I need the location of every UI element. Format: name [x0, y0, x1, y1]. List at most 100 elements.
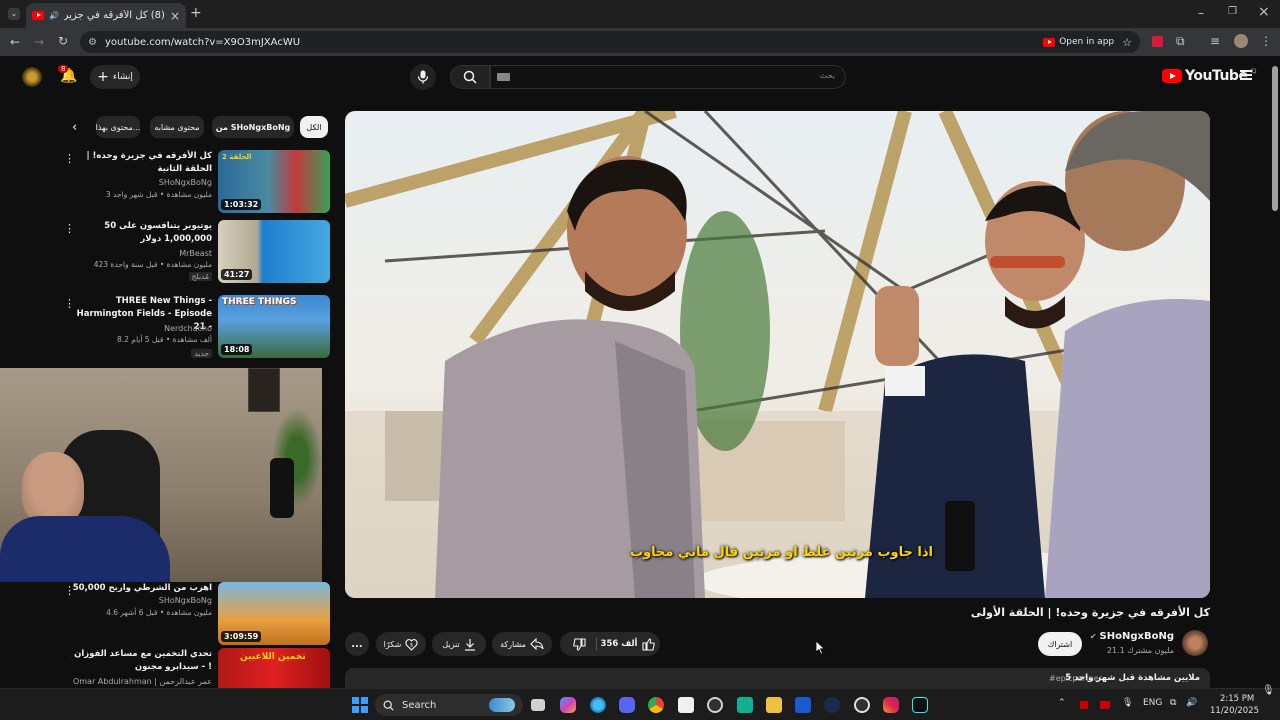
file-explorer-icon[interactable] — [766, 697, 782, 713]
capcut-icon[interactable] — [795, 697, 811, 713]
scrollbar-thumb[interactable] — [1272, 66, 1278, 211]
like-dislike-group: 356 ألف — [560, 632, 660, 656]
channel-avatar-icon[interactable] — [22, 67, 42, 87]
tab-search-icon[interactable]: ⌄ — [8, 8, 20, 20]
volume-icon[interactable]: 🔊 — [1186, 698, 1197, 708]
more-actions-icon[interactable]: ⋮ — [70, 650, 75, 663]
sidebar-video-4[interactable]: 3:09:59 اهرب من الشرطي واربح 50,000 SHoN… — [64, 582, 330, 646]
dubbed-badge: مُدبلج — [188, 272, 212, 281]
sidebar-video-3[interactable]: THREE THINGS 18:08 THREE New Things - Ha… — [64, 295, 330, 359]
subscribe-button[interactable]: اشتراك — [1038, 632, 1082, 656]
share-button[interactable]: مشاركة — [492, 632, 552, 656]
tray-mic-icon[interactable]: 🎙 — [1122, 698, 1133, 708]
tiktok-icon[interactable] — [912, 697, 928, 713]
video-thumbnail[interactable]: 3:09:59 — [218, 582, 330, 645]
download-button[interactable]: تنزيل — [432, 632, 486, 656]
thanks-button[interactable]: شكرًا $ — [376, 632, 426, 656]
open-in-app-button[interactable]: Open in app — [1043, 37, 1114, 47]
search-input[interactable]: بحث — [490, 65, 846, 89]
reload-icon[interactable]: ↻ — [58, 35, 68, 47]
youtube-play-icon — [1162, 69, 1182, 83]
extensions-puzzle-icon[interactable]: ⧉ — [1176, 35, 1185, 47]
url-bar[interactable]: ⚙ youtube.com/watch?v=X9O3mJXAcWU Open i… — [80, 31, 1140, 53]
download-label: تنزيل — [442, 639, 460, 649]
search-button[interactable] — [450, 65, 490, 89]
dislike-button[interactable] — [564, 632, 594, 656]
create-button[interactable]: + إنشاء — [90, 65, 140, 89]
video-thumbnail[interactable]: THREE THINGS 18:08 — [218, 295, 330, 358]
taskbar-search[interactable]: Search — [375, 694, 523, 716]
chrome-icon[interactable] — [648, 697, 664, 713]
tray-red-icon-2[interactable] — [1100, 701, 1110, 709]
profile-avatar[interactable] — [1234, 34, 1248, 48]
edge-icon[interactable] — [590, 697, 606, 713]
chip-all[interactable]: الكل — [300, 116, 328, 138]
minimize-button[interactable]: – — [1198, 7, 1204, 19]
keyboard-icon[interactable] — [497, 73, 510, 81]
close-window-button[interactable]: × — [1258, 5, 1270, 19]
extension-red-icon[interactable] — [1152, 36, 1163, 47]
back-arrow-icon[interactable]: ← — [10, 36, 20, 48]
tab-youtube-video[interactable]: 🔊 (8) كل الأفرقه في جزيرة وحد... × — [26, 3, 186, 28]
chip-similar[interactable]: محتوى مشابه — [150, 116, 204, 138]
channel-name[interactable]: SHoNgxBoNg — [159, 178, 212, 187]
discord-icon[interactable] — [619, 697, 635, 713]
tray-red-icon-1[interactable] — [1080, 701, 1088, 709]
notification-center-icon[interactable]: 🎙 — [1262, 685, 1275, 696]
channel-avatar[interactable] — [1182, 630, 1208, 656]
duration-badge: 3:09:59 — [221, 631, 262, 642]
copilot-icon[interactable] — [560, 697, 576, 713]
chips-back-arrow[interactable]: ‹ — [72, 120, 77, 135]
obs-icon[interactable] — [707, 697, 723, 713]
channel-name[interactable]: MrBeast — [179, 249, 212, 258]
video-thumbnail[interactable]: الحلقة 2 1:03:32 — [218, 150, 330, 213]
video-title-main: كل الأفرقه في جزيرة وحده! | الحلقة الأول… — [970, 606, 1210, 619]
tab-close-icon[interactable]: × — [170, 9, 180, 23]
language-indicator[interactable]: ENG — [1143, 698, 1162, 708]
channel-name-main[interactable]: ✔ SHoNgxBoNg — [1090, 631, 1174, 642]
network-icon[interactable]: ⧉ — [1170, 698, 1176, 708]
chip-more-related[interactable]: محتوى بهذا... — [96, 116, 140, 138]
settings-gear-icon[interactable] — [854, 697, 870, 713]
steam-icon[interactable] — [824, 697, 840, 713]
guide-menu-icon[interactable] — [1240, 70, 1252, 80]
sidebar-video-5[interactable]: تخمين اللاعبين تحدي التخمين مع مساعد الف… — [70, 648, 330, 688]
windows-start-icon[interactable] — [352, 697, 368, 713]
more-actions-icon[interactable]: ⋮ — [64, 297, 75, 310]
sidebar-video-1[interactable]: الحلقة 2 1:03:32 كل الأفرقه في جزيرة وحد… — [64, 150, 330, 214]
video-thumbnail[interactable]: تخمين اللاعبين — [218, 648, 330, 688]
instagram-icon[interactable] — [883, 697, 899, 713]
video-player[interactable]: اذا جاوب مرتين غلط او مرتين قال ماني مجا… — [345, 111, 1210, 598]
speaker-icon[interactable]: 🔊 — [49, 11, 59, 20]
channel-name[interactable]: Omar Abdulrahman | عمر عبدالرحمن — [73, 677, 212, 686]
more-actions-icon[interactable]: ⋮ — [64, 584, 75, 597]
search-highlight-icon — [489, 698, 515, 712]
sidebar-video-2[interactable]: 41:27 50 يوتيوبر يتنافسون على 1,000,000 … — [64, 220, 330, 284]
download-icon — [464, 638, 475, 651]
clock-date[interactable]: 11/20/2025 — [1210, 706, 1259, 716]
store-icon[interactable] — [678, 697, 694, 713]
chip-from-channel[interactable]: من SHoNgxBoNg — [212, 116, 294, 138]
description-box[interactable]: #epicpartner 5 ملايين مشاهدة قبل شهر واح… — [345, 668, 1210, 688]
tab-title: (8) كل الأفرقه في جزيرة وحد... — [63, 10, 165, 21]
new-tab-button[interactable]: + — [190, 6, 202, 20]
clock-time[interactable]: 2:15 PM — [1220, 694, 1254, 704]
chrome-menu-icon[interactable]: ⋮ — [1260, 35, 1272, 47]
more-actions-icon[interactable]: ⋮ — [64, 222, 75, 235]
forward-arrow-icon[interactable]: → — [34, 36, 44, 48]
video-thumbnail[interactable]: 41:27 — [218, 220, 330, 283]
task-view-icon[interactable] — [531, 699, 545, 711]
page-scrollbar[interactable] — [1270, 56, 1280, 688]
voice-search-button[interactable] — [410, 64, 436, 90]
channel-name[interactable]: Nerdchacho — [164, 324, 212, 333]
bookmark-star-icon[interactable]: ☆ — [1122, 36, 1132, 49]
maximize-button[interactable]: ❐ — [1228, 7, 1237, 17]
more-actions-icon[interactable]: ⋮ — [64, 152, 75, 165]
channel-name[interactable]: SHoNgxBoNg — [159, 596, 212, 605]
reading-list-icon[interactable]: ≡ — [1210, 35, 1220, 47]
tray-overflow-icon[interactable]: ⌃ — [1058, 698, 1066, 708]
site-info-icon[interactable]: ⚙ — [88, 37, 97, 48]
like-button[interactable]: 356 ألف — [598, 632, 658, 656]
app-green-icon[interactable] — [737, 697, 753, 713]
more-actions-button[interactable]: ... — [345, 632, 369, 656]
